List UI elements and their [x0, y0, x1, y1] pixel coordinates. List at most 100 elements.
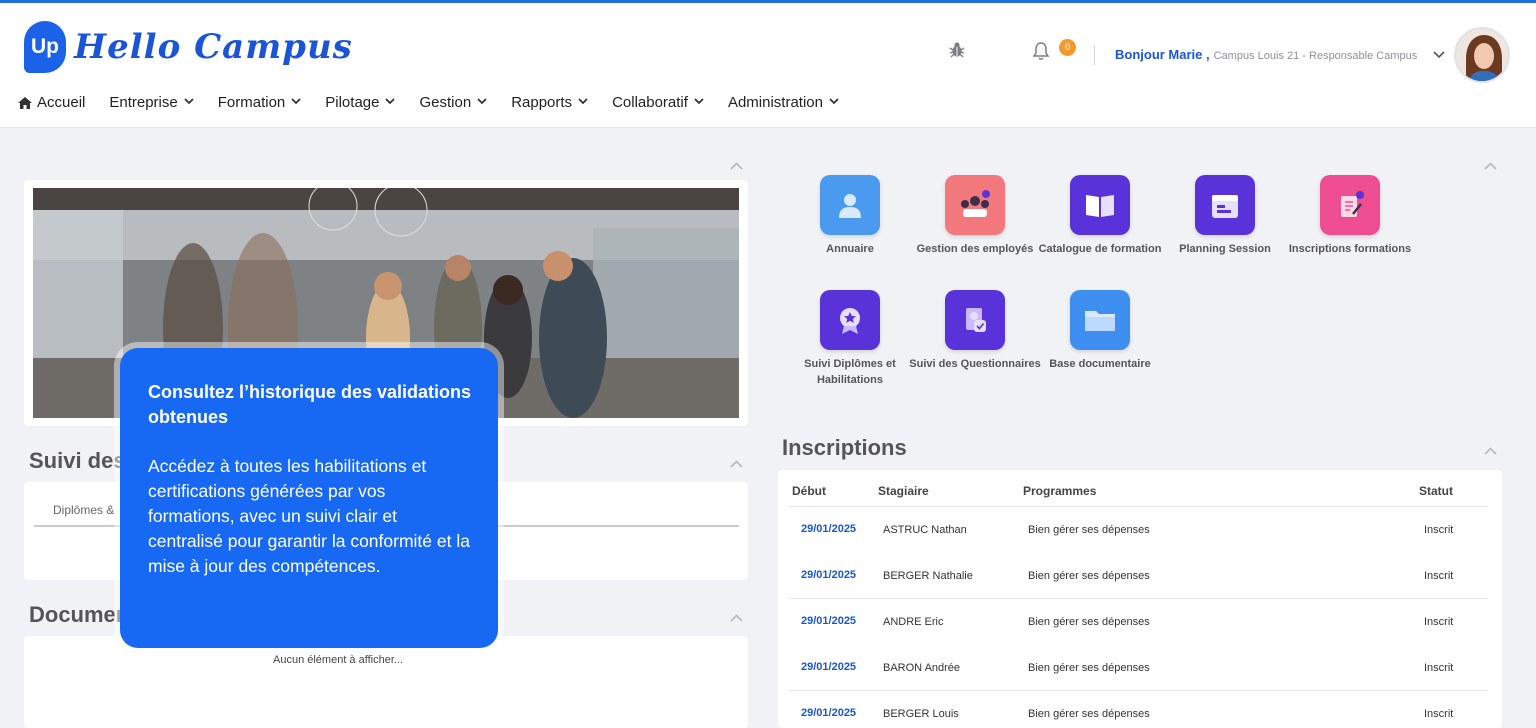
chevron-down-icon: [829, 97, 839, 108]
chevron-up-icon[interactable]: [730, 158, 743, 173]
nav-label: Entreprise: [109, 94, 178, 111]
main-nav: Accueil Entreprise Formation Pilotage Ge…: [18, 94, 863, 111]
chevron-down-icon: [385, 97, 396, 108]
app-label: Catalogue de formation: [1038, 243, 1162, 255]
bell-icon: [1032, 42, 1050, 60]
app-suivi-diplomes[interactable]: Suivi Diplômes et Habilitations: [780, 290, 920, 388]
nav-item-collaboratif[interactable]: Collaboratif: [612, 94, 704, 111]
cell-programme: Bien gérer ses dépenses: [1028, 708, 1150, 720]
tab-diplomes[interactable]: Diplômes &: [53, 503, 114, 517]
cell-statut: Inscrit: [1424, 570, 1454, 582]
app-label: Suivi Diplômes et Habilitations: [804, 358, 896, 386]
logo-text: Hello Campus: [74, 27, 353, 67]
questionnaire-icon: [945, 290, 1005, 350]
cell-statut: Inscrit: [1424, 662, 1454, 674]
suivi-section-title: Suivi des: [29, 448, 126, 473]
cell-stagiaire: ANDRE Eric: [883, 616, 944, 628]
app-label: Suivi des Questionnaires: [909, 358, 1041, 370]
app-base-documentaire[interactable]: Base documentaire: [1030, 290, 1170, 372]
logo[interactable]: Up Hello Campus: [24, 21, 353, 73]
nav-item-formation[interactable]: Formation: [218, 94, 302, 111]
app-label: Planning Session: [1179, 243, 1271, 255]
cell-statut: Inscrit: [1424, 616, 1454, 628]
nav-label: Accueil: [37, 94, 86, 111]
user-greeting[interactable]: Bonjour Marie , Campus Louis 21 - Respons…: [1115, 47, 1417, 62]
app-suivi-questionnaires[interactable]: Suivi des Questionnaires: [905, 290, 1045, 372]
column-header-programmes[interactable]: Programmes: [1023, 484, 1096, 498]
cell-date[interactable]: 29/01/2025: [801, 615, 856, 627]
chevron-up-icon[interactable]: [730, 610, 743, 625]
bug-report-button[interactable]: [948, 41, 966, 59]
app-label: Inscriptions formations: [1288, 243, 1412, 255]
cell-stagiaire: BERGER Nathalie: [883, 570, 973, 582]
documents-section-title: Documen: [29, 602, 130, 627]
notifications-button[interactable]: [1032, 41, 1050, 61]
header-divider: [1094, 45, 1095, 65]
nav-item-administration[interactable]: Administration: [728, 94, 839, 111]
nav-label: Rapports: [511, 94, 573, 111]
app-annuaire[interactable]: Annuaire: [780, 175, 920, 257]
app-gestion-employes[interactable]: Gestion des employés: [905, 175, 1045, 257]
cell-stagiaire: BARON Andrée: [883, 662, 961, 674]
team-icon: [945, 175, 1005, 235]
cell-statut: Inscrit: [1424, 708, 1454, 720]
cell-date[interactable]: 29/01/2025: [801, 569, 856, 581]
calendar-icon: [1195, 175, 1255, 235]
cell-stagiaire: ASTRUC Nathan: [883, 524, 967, 536]
column-header-debut[interactable]: Début: [792, 484, 826, 498]
cell-programme: Bien gérer ses dépenses: [1028, 616, 1150, 628]
app-label: Annuaire: [826, 243, 874, 255]
clipboard-icon: [1320, 175, 1380, 235]
app-label: Gestion des employés: [916, 243, 1034, 255]
nav-item-gestion[interactable]: Gestion: [419, 94, 487, 111]
avatar[interactable]: [1454, 27, 1510, 83]
app-inscriptions-formations[interactable]: Inscriptions formations: [1280, 175, 1420, 257]
chevron-up-icon[interactable]: [1484, 443, 1497, 458]
chevron-down-icon: [477, 97, 487, 108]
table-row[interactable]: 29/01/2025 BERGER Nathalie Bien gérer se…: [788, 552, 1488, 598]
nav-label: Pilotage: [325, 94, 380, 111]
book-icon: [1070, 175, 1130, 235]
feature-tooltip: Consultez l’historique des validations o…: [120, 348, 498, 648]
cell-programme: Bien gérer ses dépenses: [1028, 662, 1150, 674]
app-catalogue-formation[interactable]: Catalogue de formation: [1030, 175, 1170, 257]
chevron-down-icon: [184, 97, 194, 108]
nav-label: Collaboratif: [612, 94, 688, 111]
column-header-stagiaire[interactable]: Stagiaire: [878, 484, 929, 498]
nav-label: Formation: [217, 94, 286, 111]
cell-date[interactable]: 29/01/2025: [801, 707, 856, 719]
user-role: Campus Louis 21 - Responsable Campus: [1213, 50, 1418, 62]
documents-card: [24, 636, 748, 728]
nav-item-entreprise[interactable]: Entreprise: [109, 94, 194, 111]
chevron-down-icon: [694, 97, 704, 108]
tooltip-title: Consultez l’historique des validations o…: [148, 382, 472, 427]
greeting-text: Bonjour Marie ,: [1115, 47, 1210, 62]
chevron-up-icon[interactable]: [730, 456, 743, 471]
nav-item-rapports[interactable]: Rapports: [511, 94, 588, 111]
user-icon: [820, 175, 880, 235]
table-row[interactable]: 29/01/2025 BERGER Louis Bien gérer ses d…: [788, 690, 1488, 728]
cell-date[interactable]: 29/01/2025: [801, 523, 856, 535]
chevron-up-icon[interactable]: [1484, 158, 1497, 173]
nav-item-accueil[interactable]: Accueil: [18, 94, 85, 111]
folder-icon: [1070, 290, 1130, 350]
notification-count-badge: 0: [1059, 39, 1076, 56]
table-row[interactable]: 29/01/2025 ANDRE Eric Bien gérer ses dép…: [788, 598, 1488, 644]
nav-label: Gestion: [419, 94, 472, 111]
cell-statut: Inscrit: [1424, 524, 1454, 536]
award-icon: [820, 290, 880, 350]
nav-label: Administration: [727, 94, 823, 111]
nav-item-pilotage[interactable]: Pilotage: [325, 94, 396, 111]
inscriptions-title: Inscriptions: [782, 435, 907, 460]
tooltip-body: Accédez à toutes les habilitations et ce…: [148, 456, 470, 576]
chevron-down-icon[interactable]: [1433, 48, 1445, 62]
table-row[interactable]: 29/01/2025 BARON Andrée Bien gérer ses d…: [788, 644, 1488, 690]
column-header-statut[interactable]: Statut: [1419, 484, 1453, 498]
cell-date[interactable]: 29/01/2025: [801, 661, 856, 673]
chevron-down-icon: [578, 97, 588, 108]
table-row[interactable]: 29/01/2025 ASTRUC Nathan Bien gérer ses …: [788, 506, 1488, 552]
home-icon: [18, 96, 32, 109]
logo-badge: Up: [24, 21, 66, 73]
app-planning-session[interactable]: Planning Session: [1155, 175, 1295, 257]
bug-icon: [949, 42, 965, 58]
